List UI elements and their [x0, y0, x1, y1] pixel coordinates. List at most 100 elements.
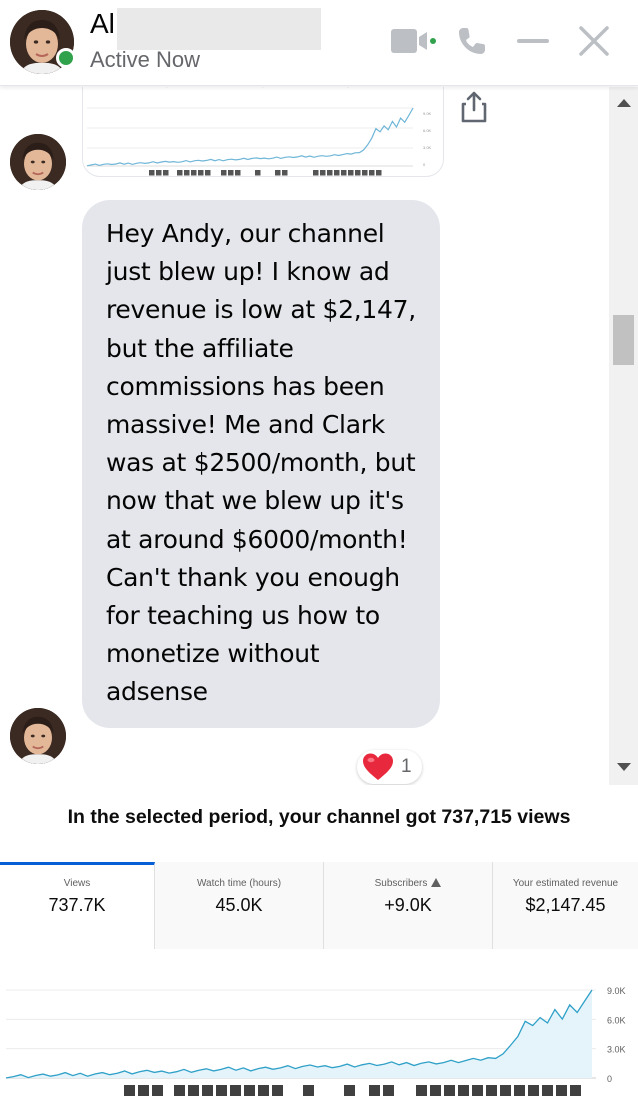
sender-avatar[interactable]: [10, 708, 66, 764]
mini-video-marker: [369, 170, 375, 176]
metric-value: $2,147.45: [525, 895, 606, 915]
video-marker[interactable]: [458, 1085, 469, 1096]
video-marker[interactable]: [272, 1085, 283, 1096]
video-call-icon: [391, 29, 436, 53]
mini-tick: 9.0K: [423, 111, 432, 116]
mini-video-marker: [275, 170, 281, 176]
close-button[interactable]: [574, 20, 614, 62]
mini-video-marker: [362, 170, 368, 176]
chat-scrollbar[interactable]: [609, 87, 638, 785]
metric-tab-revenue[interactable]: Your estimated revenue $2,147.45: [493, 862, 638, 949]
mini-video-marker: [149, 170, 155, 176]
video-call-button[interactable]: [388, 20, 438, 62]
message-bubble[interactable]: Hey Andy, our channel just blew up! I kn…: [82, 200, 440, 728]
mini-video-marker: [313, 170, 319, 176]
video-marker[interactable]: [124, 1085, 135, 1096]
mini-video-marker: [320, 170, 326, 176]
mini-video-marker: [156, 170, 162, 176]
video-marker[interactable]: [486, 1085, 497, 1096]
metric-label-text: Subscribers: [374, 878, 428, 889]
mini-video-marker: [205, 170, 211, 176]
views-chart-svg: 9.0K 6.0K 3.0K 0: [5, 986, 626, 1096]
mini-video-marker: [341, 170, 347, 176]
mini-tick: 3.0K: [423, 145, 432, 150]
mini-video-marker: [191, 170, 197, 176]
chat-header: Al Active Now: [0, 0, 638, 86]
avatar-portrait: [10, 134, 66, 190]
metric-value: 737.7K: [48, 895, 106, 915]
mini-video-marker: [376, 170, 382, 176]
video-marker[interactable]: [303, 1085, 314, 1096]
y-tick-label: 9.0K: [607, 986, 626, 996]
mini-video-marker: [327, 170, 333, 176]
phone-call-button[interactable]: [452, 20, 492, 62]
avatar-portrait: [10, 708, 66, 764]
scroll-down-arrow-icon[interactable]: [617, 763, 631, 771]
video-marker[interactable]: [244, 1085, 255, 1096]
video-marker[interactable]: [542, 1085, 553, 1096]
metric-tab-subscribers[interactable]: Subscribers +9.0K: [324, 862, 493, 949]
metric-tab-watch-time[interactable]: Watch time (hours) 45.0K: [155, 862, 324, 949]
metric-label: Views: [63, 878, 91, 889]
chat-messages: 9.0K 6.0K 3.0K 0 Hey Andy, our channel j…: [0, 87, 608, 785]
scroll-thumb[interactable]: [613, 315, 634, 365]
scroll-up-arrow-icon[interactable]: [617, 99, 631, 107]
video-marker[interactable]: [500, 1085, 511, 1096]
video-marker[interactable]: [472, 1085, 483, 1096]
name-redaction-bar: [117, 8, 321, 50]
mini-video-marker: [334, 170, 340, 176]
video-marker[interactable]: [258, 1085, 269, 1096]
video-marker[interactable]: [416, 1085, 427, 1096]
warning-icon: [431, 878, 442, 887]
video-marker[interactable]: [344, 1085, 355, 1096]
metrics-tabs: Views 737.7K Watch time (hours) 45.0K Su…: [0, 862, 638, 949]
sender-avatar[interactable]: [10, 134, 66, 190]
metric-tab-views[interactable]: Views 737.7K: [0, 862, 155, 949]
mini-video-marker: [228, 170, 234, 176]
video-marker[interactable]: [570, 1085, 581, 1096]
video-marker[interactable]: [152, 1085, 163, 1096]
mini-video-marker: [355, 170, 361, 176]
views-area-fill: [6, 990, 592, 1078]
mini-video-marker: [348, 170, 354, 176]
video-marker[interactable]: [174, 1085, 185, 1096]
contact-name: Al: [90, 8, 115, 39]
video-marker[interactable]: [514, 1085, 525, 1096]
heart-icon: [363, 753, 393, 780]
mini-tick: 0: [423, 162, 426, 167]
y-tick-label: 6.0K: [607, 1015, 626, 1025]
mini-video-marker: [282, 170, 288, 176]
mini-video-marker: [177, 170, 183, 176]
mini-video-marker: [235, 170, 241, 176]
metric-label: Subscribers: [324, 878, 492, 889]
video-marker[interactable]: [383, 1085, 394, 1096]
video-marker[interactable]: [188, 1085, 199, 1096]
message-reaction[interactable]: 1: [357, 750, 422, 784]
video-marker[interactable]: [138, 1085, 149, 1096]
video-marker[interactable]: [216, 1085, 227, 1096]
mini-video-marker: [184, 170, 190, 176]
shared-chart-image[interactable]: 9.0K 6.0K 3.0K 0: [82, 87, 444, 177]
video-marker[interactable]: [528, 1085, 539, 1096]
minimize-button[interactable]: [512, 20, 554, 62]
video-marker[interactable]: [369, 1085, 380, 1096]
video-marker[interactable]: [556, 1085, 567, 1096]
mini-video-marker: [255, 170, 261, 176]
y-tick-label: 3.0K: [607, 1045, 626, 1055]
video-marker[interactable]: [444, 1085, 455, 1096]
share-icon[interactable]: [459, 90, 489, 124]
mini-chart-line: [86, 107, 414, 167]
metric-label: Watch time (hours): [196, 878, 282, 889]
mini-tick: 6.0K: [423, 128, 432, 133]
reaction-count: 1: [401, 756, 412, 777]
close-icon: [579, 26, 609, 56]
channel-analytics: In the selected period, your channel got…: [0, 786, 638, 1105]
metric-value: 45.0K: [215, 895, 263, 915]
video-marker[interactable]: [202, 1085, 213, 1096]
phone-icon: [459, 28, 485, 54]
y-tick-label: 0: [607, 1074, 612, 1084]
video-marker[interactable]: [430, 1085, 441, 1096]
video-marker[interactable]: [230, 1085, 241, 1096]
mini-video-marker: [221, 170, 227, 176]
minimize-icon: [517, 39, 549, 43]
